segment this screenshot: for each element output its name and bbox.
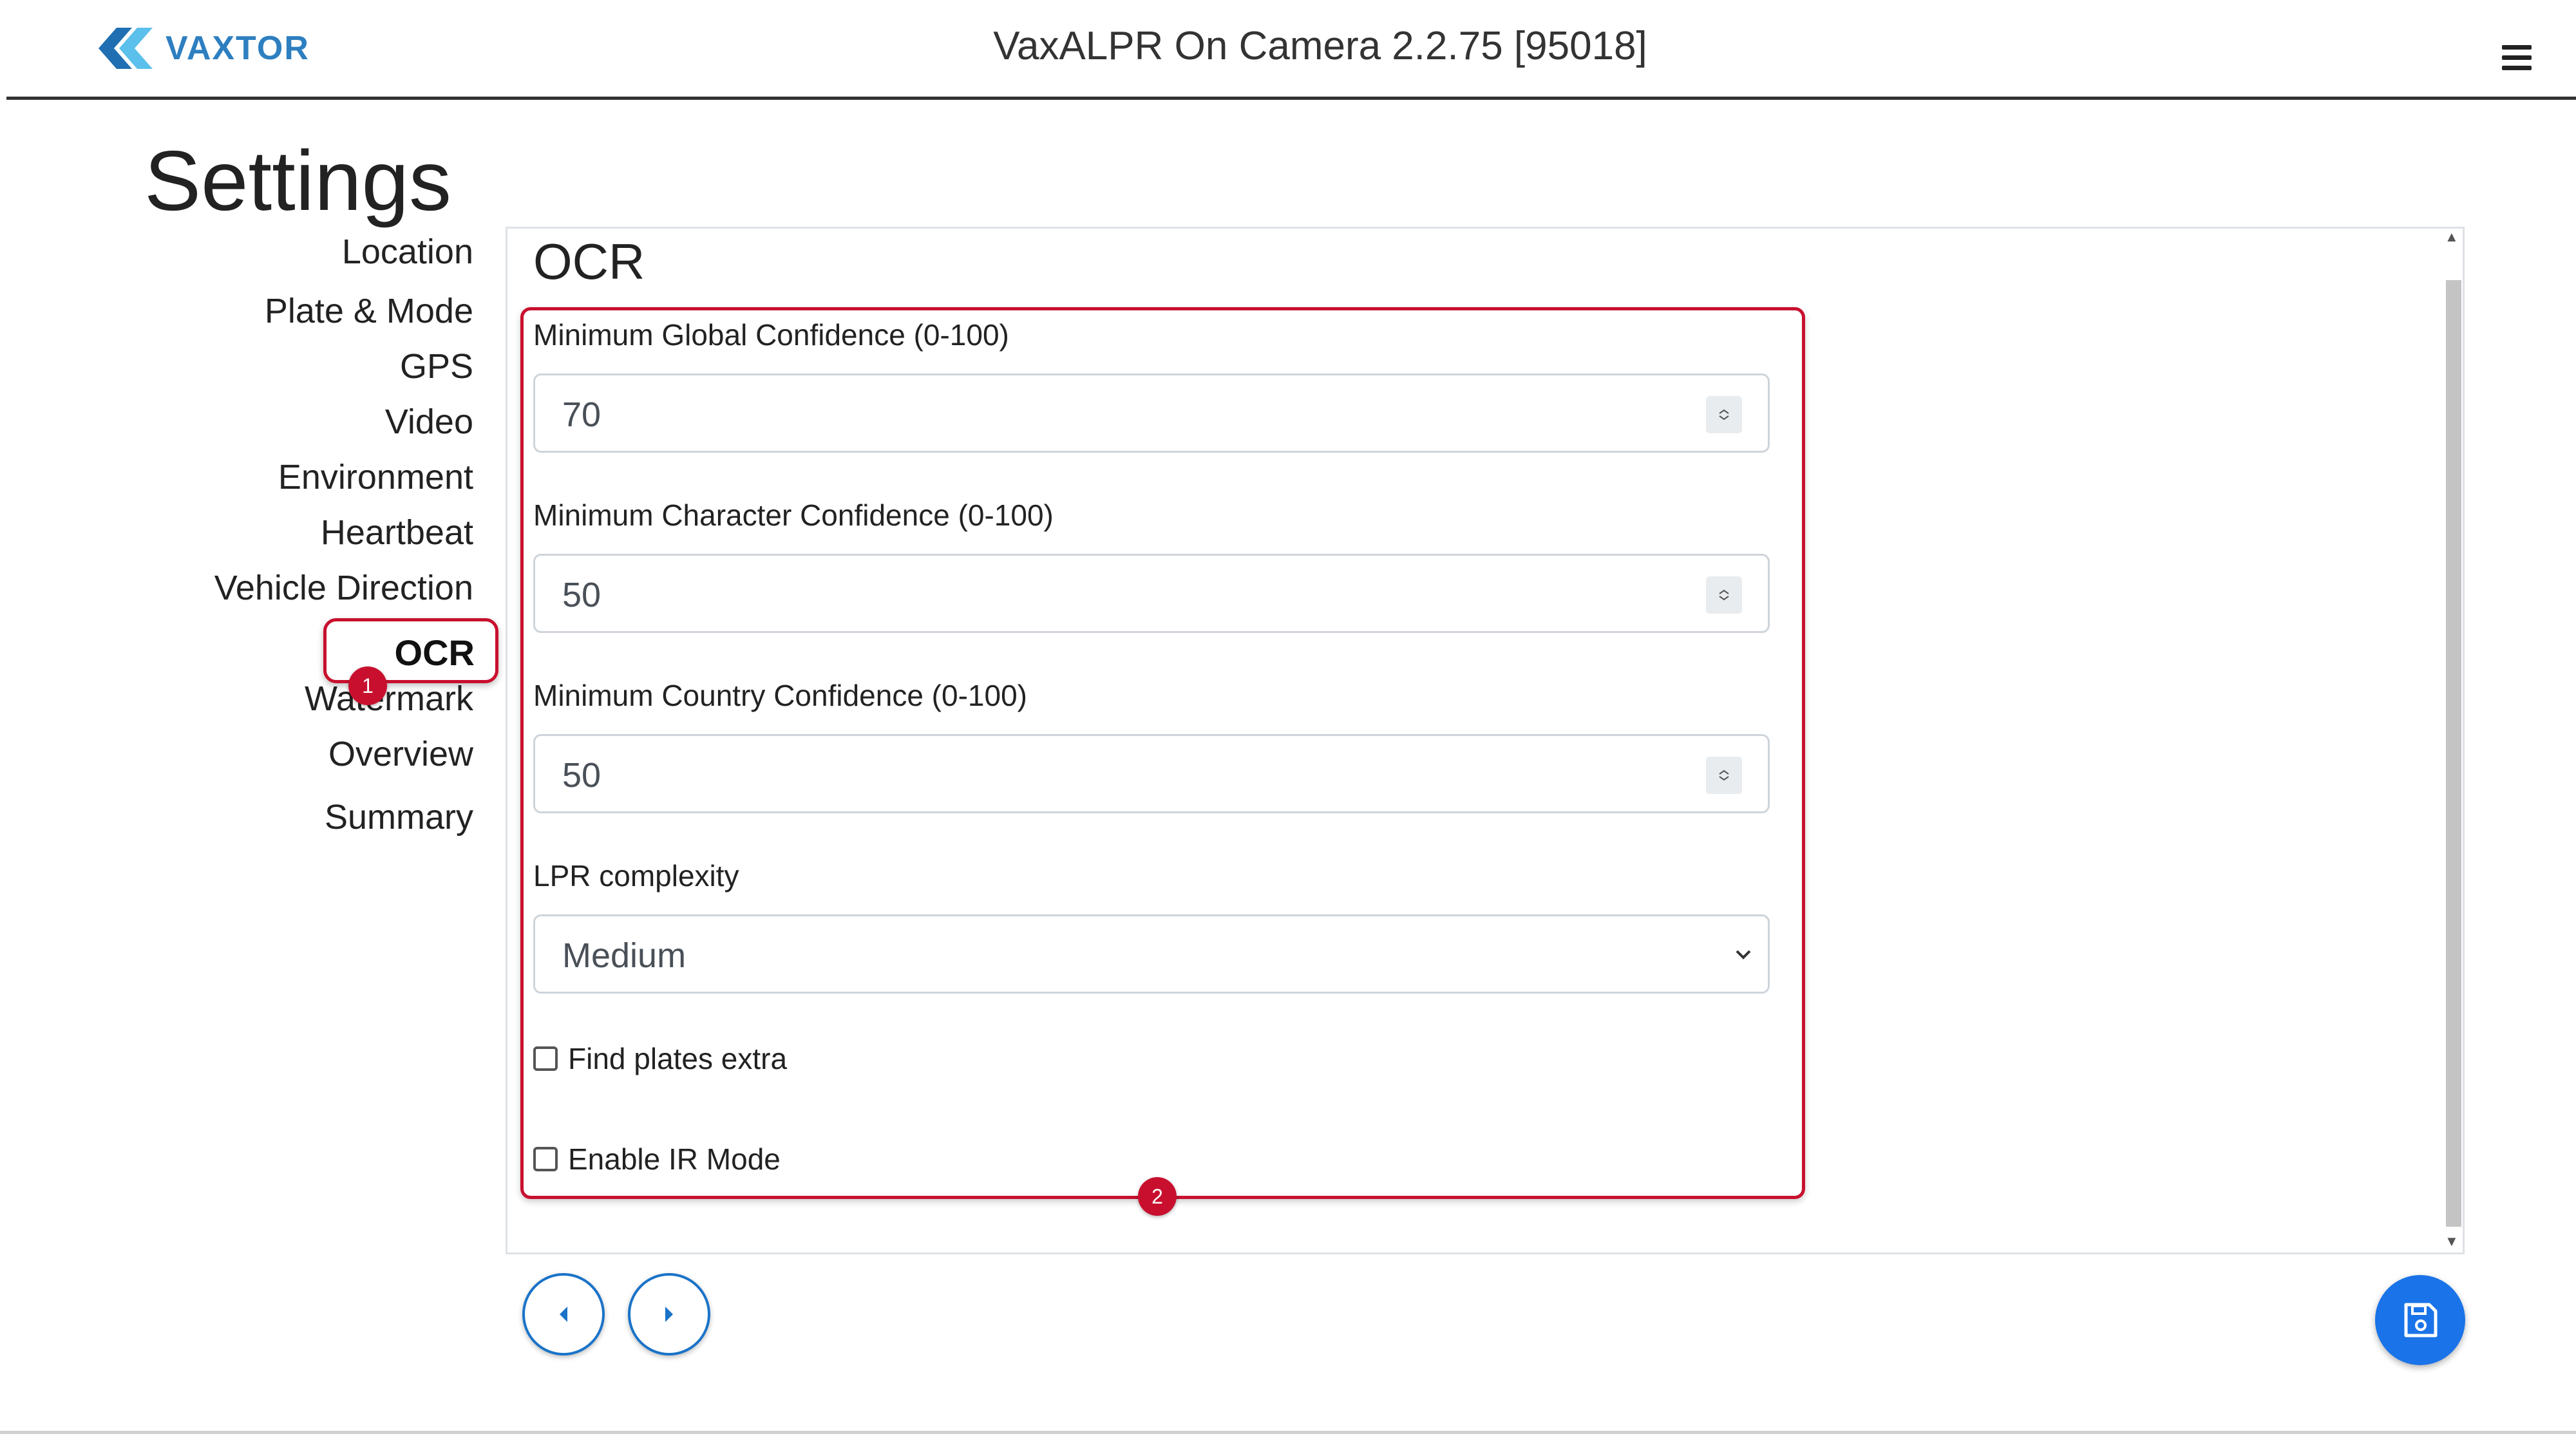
caret-left-icon [560, 1307, 567, 1322]
annotation-badge-1: 1 [348, 666, 387, 705]
scroll-up-arrow[interactable]: ▲ [2445, 229, 2459, 245]
nav-item-overview[interactable]: Overview [328, 734, 473, 774]
enable-ir-mode-label[interactable]: Enable IR Mode [568, 1142, 781, 1176]
header-divider [6, 97, 2576, 100]
find-plates-extra-checkbox[interactable] [533, 1046, 558, 1071]
save-button[interactable] [2375, 1275, 2465, 1365]
nav-item-gps[interactable]: GPS [400, 346, 473, 386]
nav-item-video[interactable]: Video [385, 402, 473, 442]
scrollbar-thumb[interactable] [2446, 280, 2461, 1227]
nav-item-heartbeat[interactable]: Heartbeat [321, 513, 473, 553]
min-character-confidence-value: 50 [562, 576, 601, 614]
min-character-confidence-input[interactable]: 50 [533, 554, 1770, 633]
footer-divider [0, 1431, 2576, 1434]
lpr-complexity-select[interactable]: Medium [533, 914, 1770, 994]
app-header: VAXTOR VaxALPR On Camera 2.2.75 [95018] [0, 0, 2576, 100]
find-plates-extra-row[interactable]: Find plates extra [533, 1041, 787, 1076]
nav-item-location[interactable]: Location [342, 232, 473, 272]
ocr-settings-panel: OCR ▲ ▼ Minimum Global Confidence (0-100… [506, 227, 2465, 1254]
enable-ir-mode-row[interactable]: Enable IR Mode [533, 1142, 781, 1176]
number-spinner[interactable] [1706, 576, 1742, 614]
number-spinner[interactable] [1706, 757, 1742, 794]
app-title: VaxALPR On Camera 2.2.75 [95018] [993, 24, 1647, 68]
min-country-confidence-label: Minimum Country Confidence (0-100) [533, 679, 1027, 712]
min-character-confidence-label: Minimum Character Confidence (0-100) [533, 498, 1054, 532]
min-country-confidence-input[interactable]: 50 [533, 734, 1770, 813]
min-global-confidence-input[interactable]: 70 [533, 373, 1770, 453]
previous-button[interactable] [522, 1273, 605, 1356]
lpr-complexity-value: Medium [562, 936, 687, 975]
enable-ir-mode-checkbox[interactable] [533, 1147, 558, 1171]
spinner-icon [1719, 409, 1729, 420]
scroll-down-arrow[interactable]: ▼ [2445, 1233, 2459, 1250]
nav-item-vehicle-direction[interactable]: Vehicle Direction [214, 568, 473, 608]
page-title: Settings [144, 133, 451, 228]
nav-item-plate-mode[interactable]: Plate & Mode [265, 291, 473, 331]
nav-item-ocr-label: OCR [394, 632, 475, 673]
spinner-icon [1719, 589, 1729, 601]
menu-icon[interactable] [2502, 45, 2532, 71]
next-button[interactable] [628, 1273, 710, 1356]
nav-item-environment[interactable]: Environment [278, 457, 473, 497]
number-spinner[interactable] [1706, 396, 1742, 433]
min-global-confidence-value: 70 [562, 395, 601, 434]
spinner-icon [1719, 770, 1729, 781]
min-country-confidence-value: 50 [562, 756, 601, 795]
chevron-down-icon [1736, 950, 1751, 959]
nav-item-summary[interactable]: Summary [325, 797, 473, 837]
find-plates-extra-label[interactable]: Find plates extra [568, 1041, 787, 1076]
panel-title: OCR [533, 233, 645, 290]
annotation-badge-2: 2 [1138, 1177, 1177, 1216]
min-global-confidence-label: Minimum Global Confidence (0-100) [533, 318, 1009, 352]
nav-item-watermark[interactable]: Watermark [305, 679, 473, 719]
caret-right-icon [665, 1307, 673, 1322]
lpr-complexity-label: LPR complexity [533, 859, 739, 893]
nav-item-ocr[interactable]: OCR [323, 618, 498, 683]
save-icon [2404, 1303, 2438, 1337]
